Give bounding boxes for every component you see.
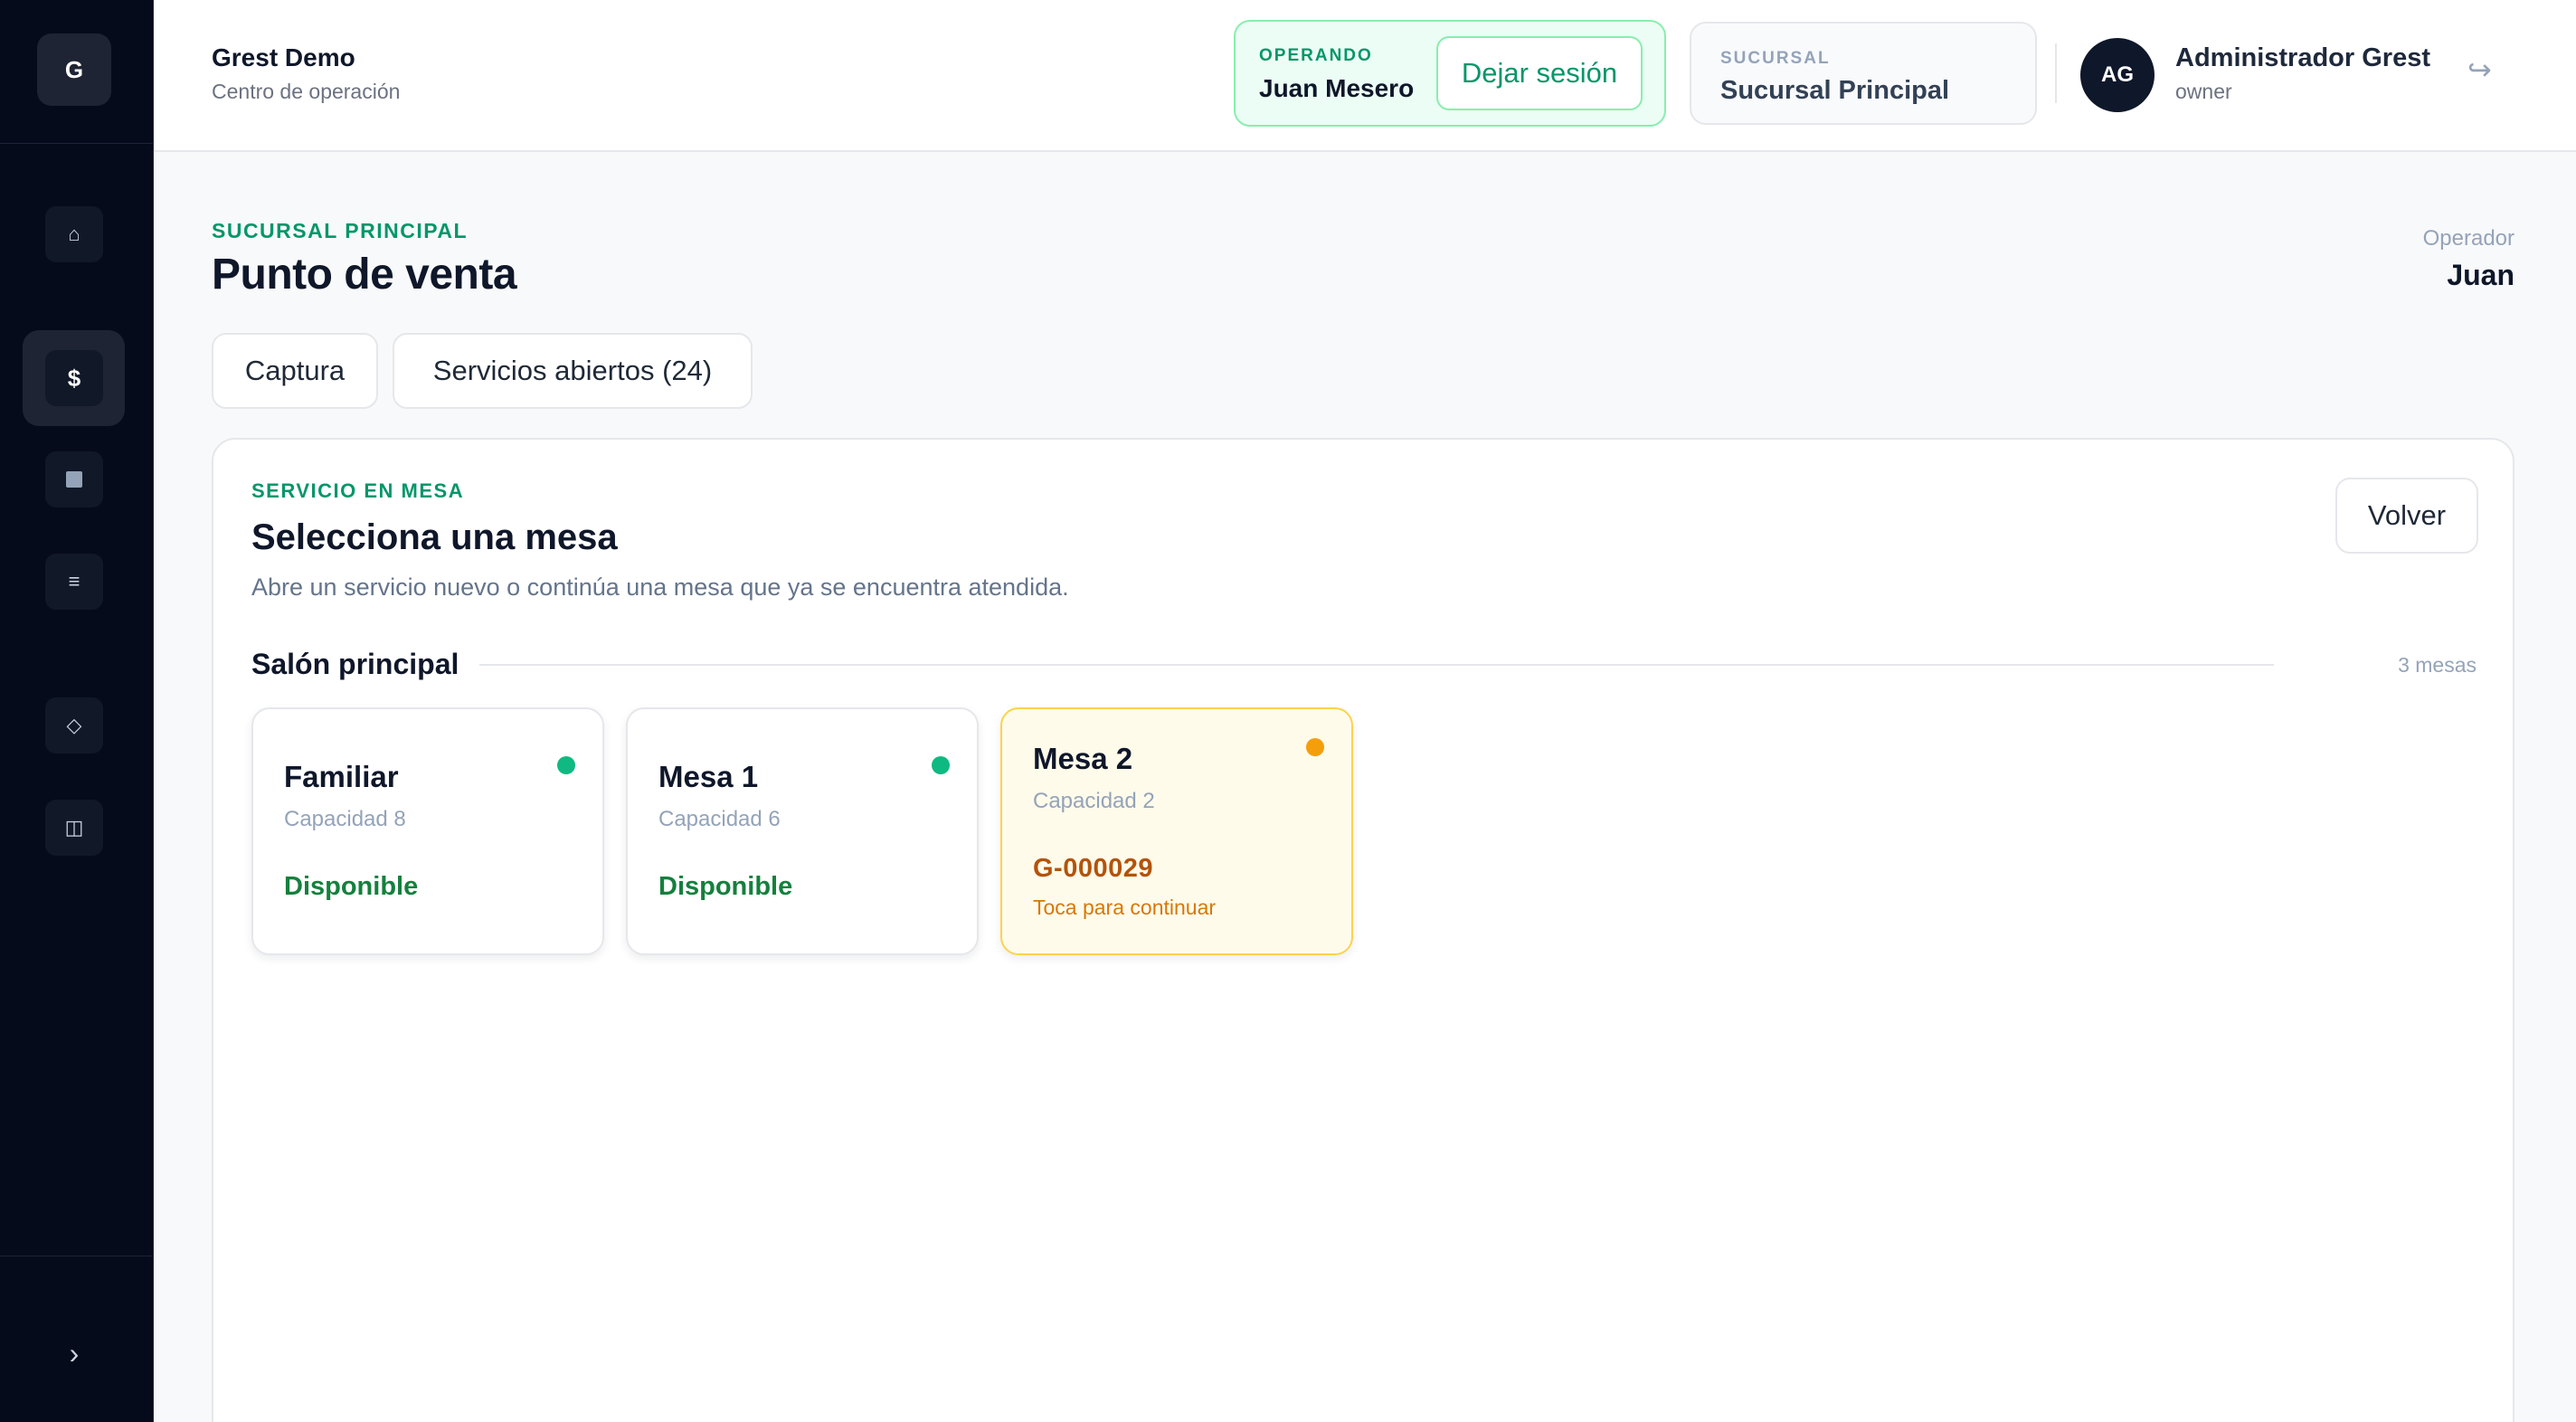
sidebar-item-menu[interactable]: ≡: [45, 554, 103, 610]
table-status: Disponible: [284, 872, 419, 901]
table-capacity: Capacidad 6: [658, 807, 781, 831]
section-divider: [479, 664, 2274, 666]
order-number: G-000029: [1033, 854, 1153, 883]
user-role: owner: [2175, 80, 2232, 103]
avatar[interactable]: AG: [2080, 38, 2155, 112]
header-divider: [2055, 43, 2057, 103]
sidebar-item-pos[interactable]: $: [45, 350, 103, 406]
page-title: Punto de venta: [212, 251, 517, 299]
table-card-mesa-2[interactable]: Mesa 2 Capacidad 2 G-000029 Toca para co…: [1000, 707, 1353, 955]
table-capacity: Capacidad 8: [284, 807, 406, 831]
table-capacity: Capacidad 2: [1033, 789, 1155, 813]
leave-session-button[interactable]: Dejar sesión: [1436, 36, 1643, 110]
panel-title: Selecciona una mesa: [251, 517, 618, 557]
dollar-icon: $: [67, 364, 81, 392]
sidebar-item-tables[interactable]: [45, 451, 103, 507]
user-name: Administrador Grest: [2175, 43, 2430, 72]
branch-label: SUCURSAL: [1720, 49, 1831, 68]
table-name: Mesa 2: [1033, 742, 1133, 775]
table-card-mesa-1[interactable]: Mesa 1 Capacidad 6 Disponible: [626, 707, 979, 955]
grid-icon: [66, 471, 82, 488]
logout-icon[interactable]: ↪: [2467, 52, 2492, 87]
diamond-icon: ◇: [66, 714, 82, 736]
panel-eyebrow: SERVICIO EN MESA: [251, 479, 465, 502]
panel-description: Abre un servicio nuevo o continúa una me…: [251, 574, 1069, 601]
home-icon: ⌂: [68, 223, 80, 245]
page-eyebrow: SUCURSAL PRINCIPAL: [212, 219, 468, 242]
list-icon: ≡: [68, 570, 80, 592]
status-dot-icon: [1306, 738, 1324, 756]
org-title: Grest Demo: [212, 43, 355, 71]
branch-selector[interactable]: SUCURSAL Sucursal Principal: [1690, 22, 2037, 125]
sidebar-item-home[interactable]: ⌂: [45, 206, 103, 262]
tab-servicios-abiertos[interactable]: Servicios abiertos (24): [393, 333, 753, 409]
sidebar-divider: [0, 143, 154, 144]
table-status: Disponible: [658, 872, 793, 901]
operator-label: Operador: [2422, 226, 2514, 251]
section-count: 3 mesas: [2398, 653, 2477, 677]
status-dot-icon: [932, 756, 950, 774]
tab-captura[interactable]: Captura: [212, 333, 378, 409]
app-root: G ⌂ $ ≡ ◇ ◫ › Grest Demo Centro de opera…: [0, 0, 2576, 1422]
table-name: Familiar: [284, 760, 399, 793]
operating-label: OPERANDO: [1259, 46, 1373, 65]
operating-session-card: OPERANDO Juan Mesero Dejar sesión: [1234, 20, 1666, 127]
continue-hint: Toca para continuar: [1033, 896, 1217, 919]
sidebar-item-tags[interactable]: ◇: [45, 697, 103, 754]
section-title: Salón principal: [251, 648, 459, 680]
table-name: Mesa 1: [658, 760, 759, 793]
top-header: Grest Demo Centro de operación OPERANDO …: [154, 0, 2576, 152]
table-card-familiar[interactable]: Familiar Capacidad 8 Disponible: [251, 707, 604, 955]
sidebar-item-reports[interactable]: ◫: [45, 800, 103, 856]
operating-user-name: Juan Mesero: [1259, 74, 1415, 102]
branch-name: Sucursal Principal: [1720, 76, 1950, 105]
back-button[interactable]: Volver: [2335, 478, 2478, 554]
app-logo[interactable]: G: [37, 33, 111, 106]
sidebar-collapse-button[interactable]: ›: [60, 1336, 89, 1370]
org-subtitle: Centro de operación: [212, 80, 401, 103]
chevron-right-icon: ›: [69, 1336, 80, 1370]
operator-name: Juan: [2447, 259, 2514, 291]
status-dot-icon: [557, 756, 575, 774]
table-selection-panel: SERVICIO EN MESA Selecciona una mesa Abr…: [212, 438, 2514, 1422]
sidebar: G ⌂ $ ≡ ◇ ◫ ›: [0, 0, 154, 1422]
panel-icon: ◫: [64, 816, 84, 839]
